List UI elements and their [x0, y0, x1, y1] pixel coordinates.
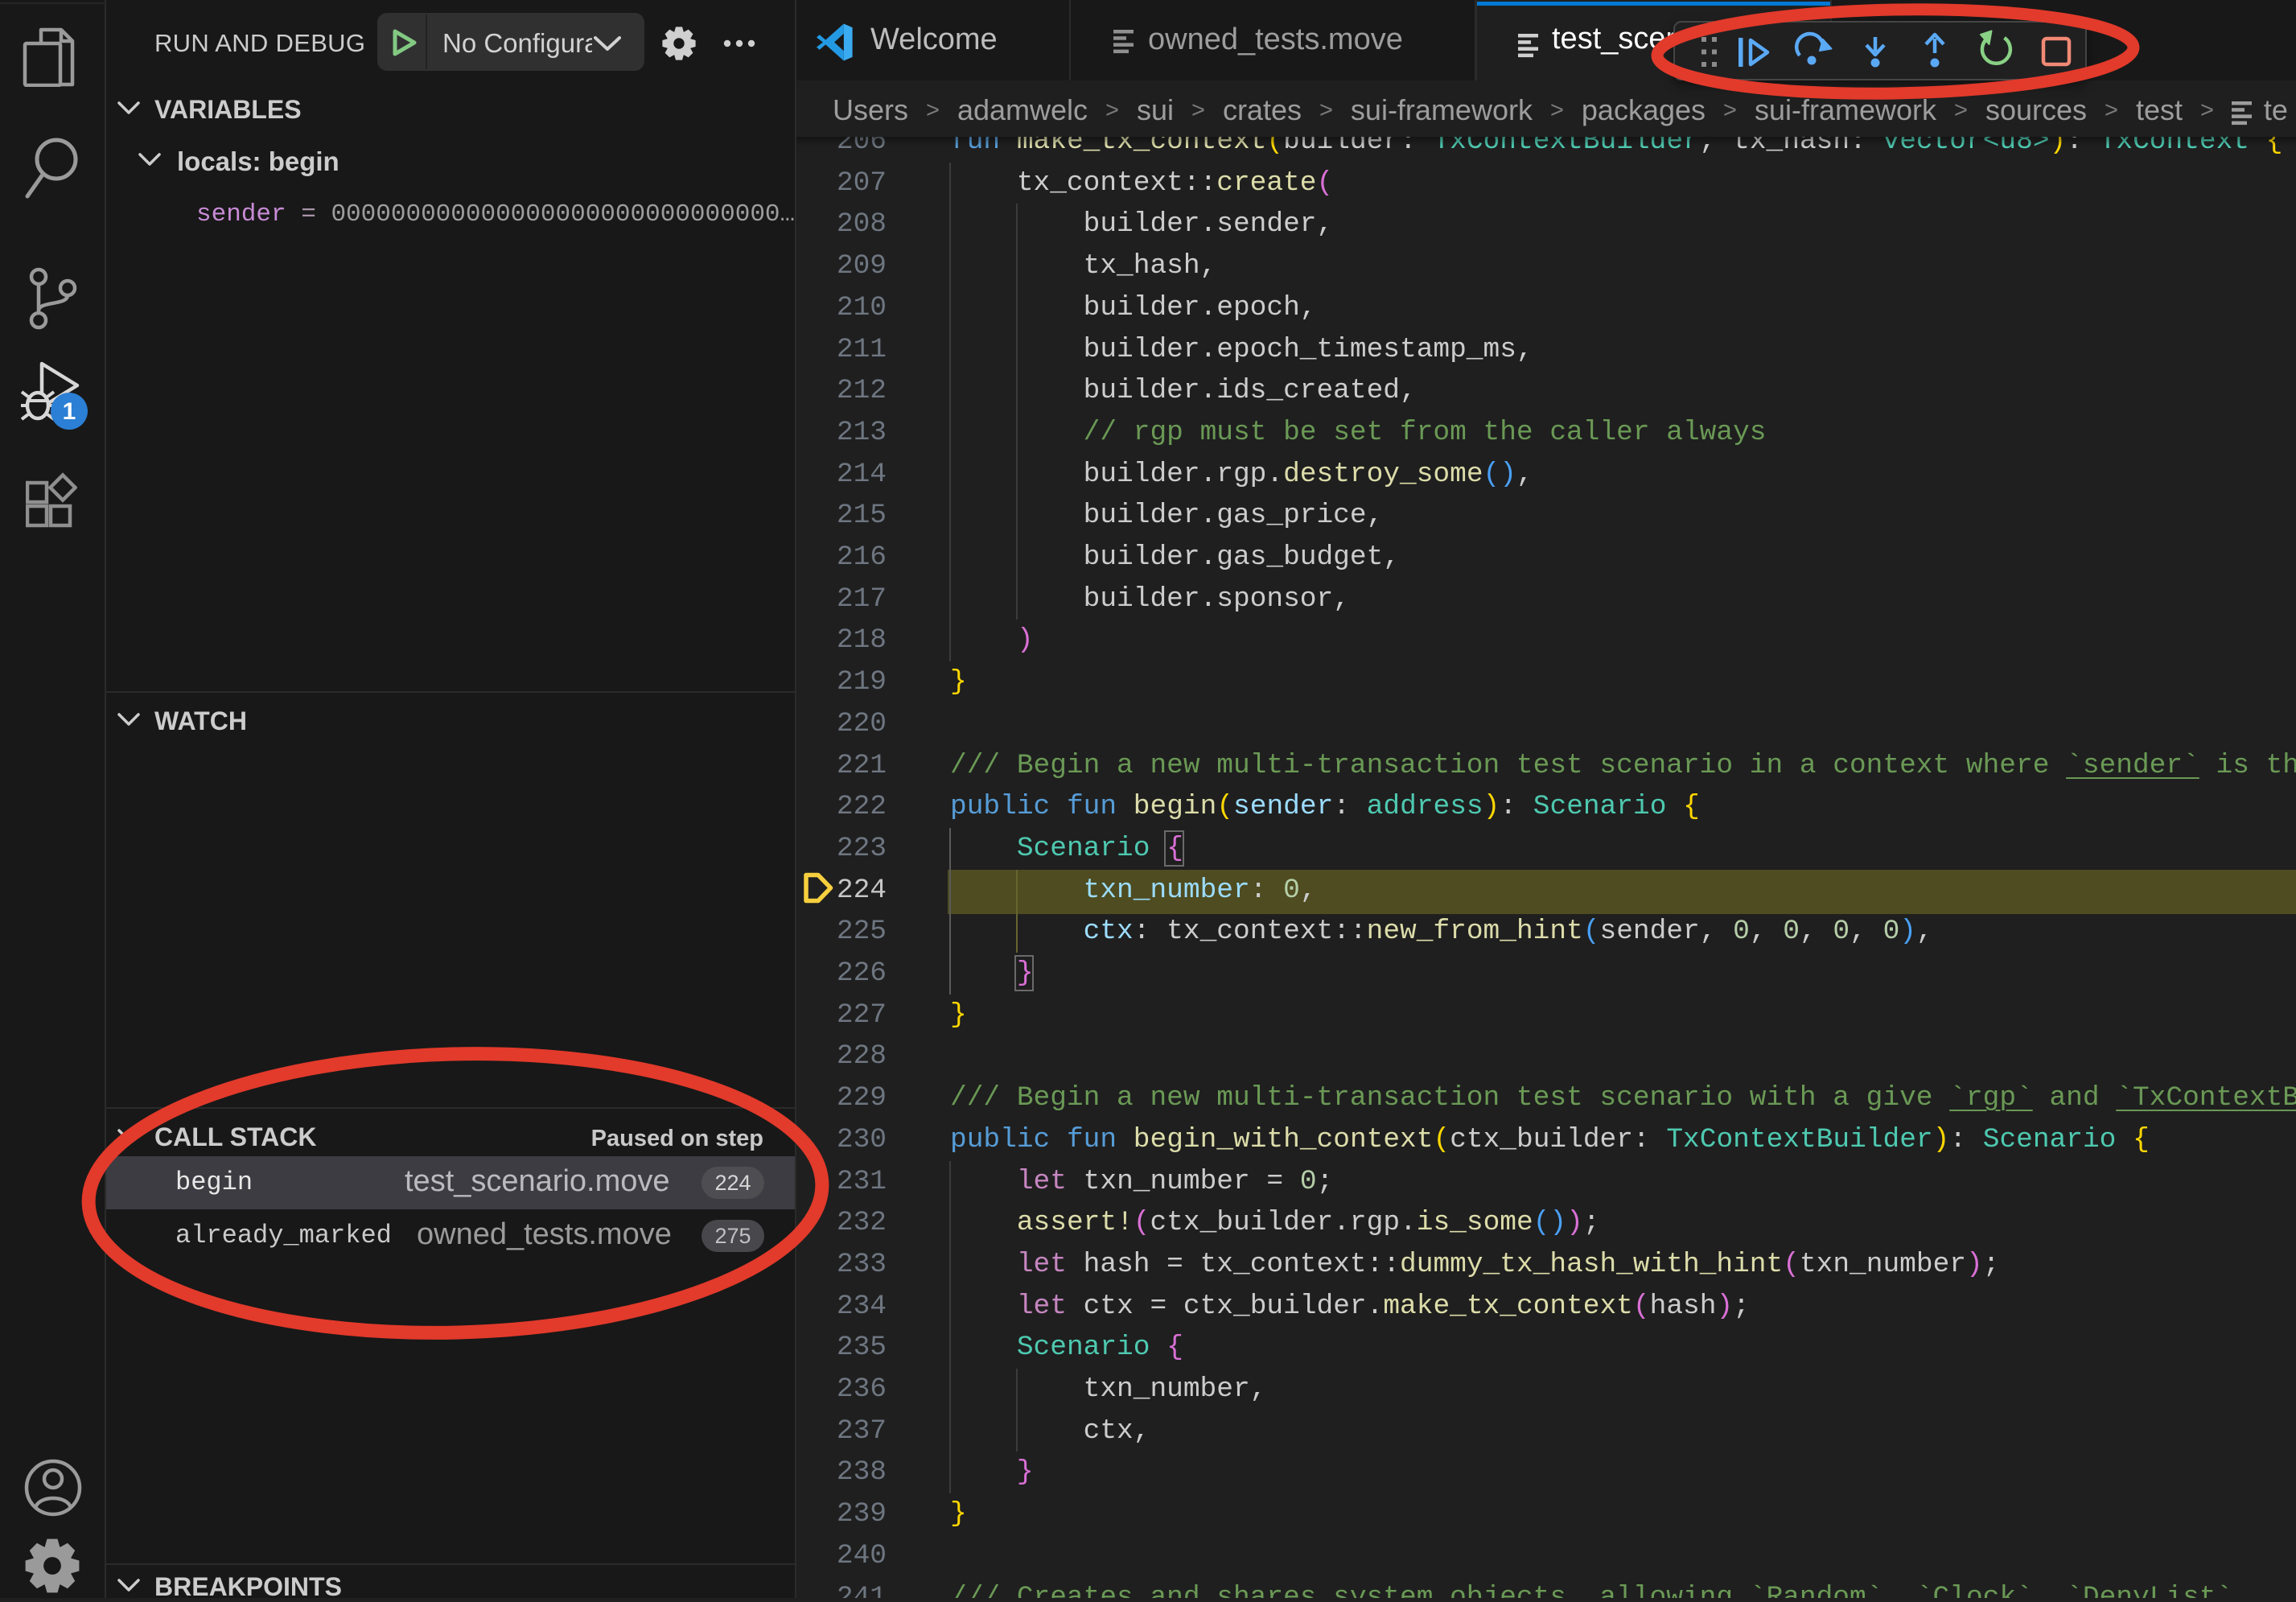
svg-text:1: 1 [63, 398, 76, 425]
